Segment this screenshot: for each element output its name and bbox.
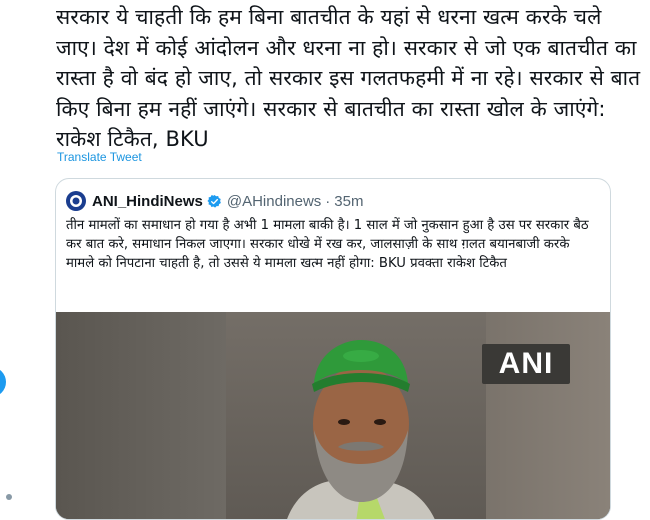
quoted-tweet-card[interactable]: ANI_HindiNews @AHindinews · 35m तीन मामल… xyxy=(55,178,611,520)
quoted-tweet-media[interactable]: ANI xyxy=(56,312,610,519)
ani-avatar-icon xyxy=(70,195,82,207)
quoted-display-name[interactable]: ANI_HindiNews xyxy=(92,193,203,210)
separator: · xyxy=(325,192,331,210)
ani-watermark: ANI xyxy=(482,344,570,384)
more-dot-icon[interactable] xyxy=(6,494,12,500)
avatar[interactable] xyxy=(66,191,86,211)
quoted-timestamp[interactable]: 35m xyxy=(334,193,363,210)
quoted-tweet-header: ANI_HindiNews @AHindinews · 35m xyxy=(66,191,363,211)
tweet-text: सरकार ये चाहती कि हम बिना बातचीत के यहां… xyxy=(56,5,641,151)
quoted-tweet-text: तीन मामलों का समाधान हो गया है अभी 1 माम… xyxy=(66,218,589,272)
quoted-handle[interactable]: @AHindinews xyxy=(227,193,321,210)
verified-badge-icon xyxy=(207,194,221,208)
translate-tweet-link[interactable]: Translate Tweet xyxy=(57,150,142,164)
left-gutter xyxy=(0,0,14,502)
